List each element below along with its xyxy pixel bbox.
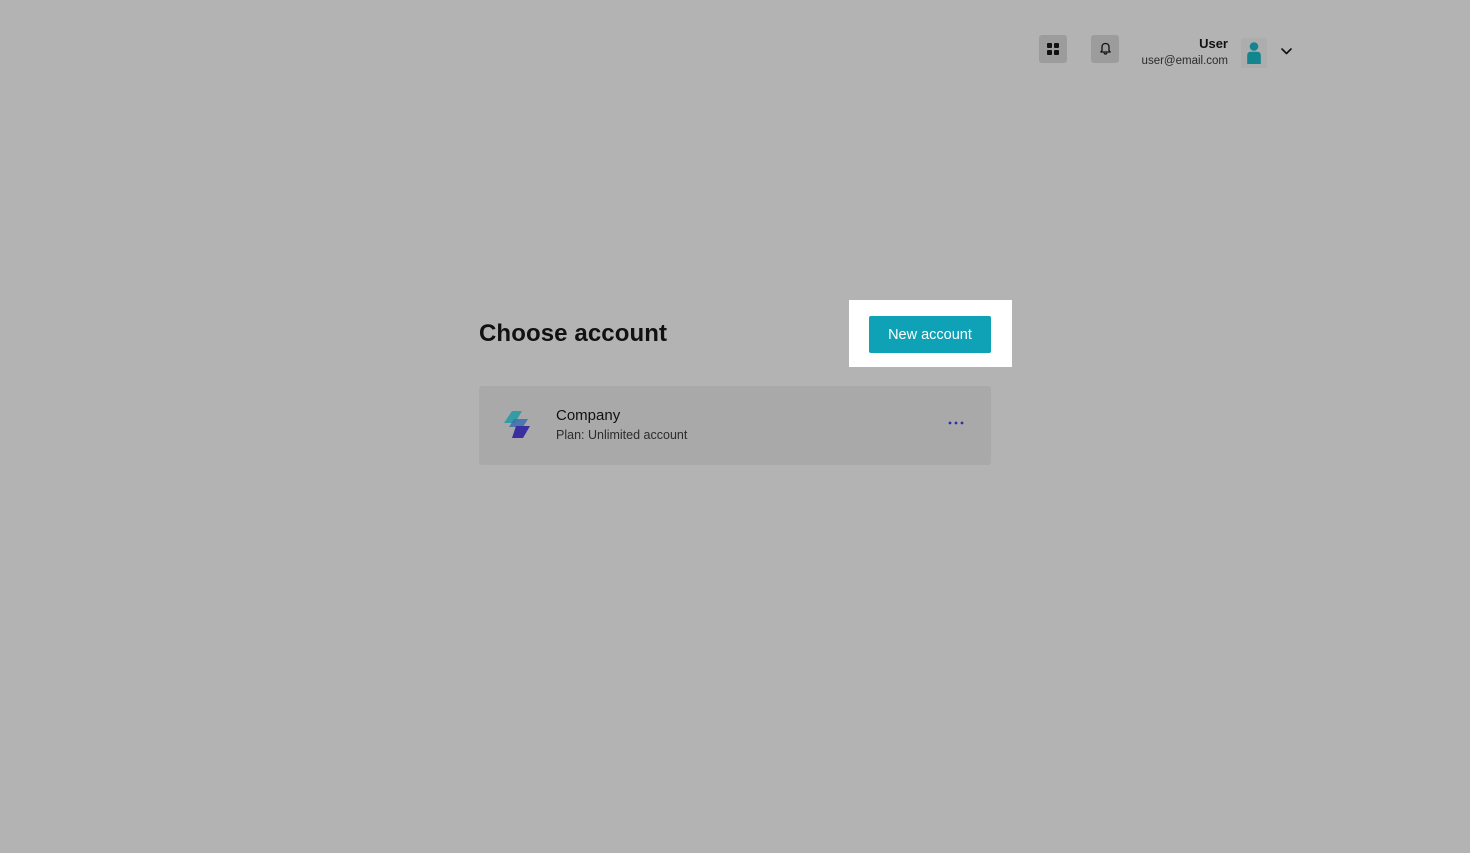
more-options-icon [948, 421, 964, 425]
account-more-button[interactable] [945, 414, 967, 432]
apps-grid-icon [1047, 43, 1059, 55]
person-icon [1247, 42, 1261, 64]
account-name: Company [556, 407, 621, 424]
user-info[interactable]: User user@email.com [1142, 36, 1228, 69]
user-email: user@email.com [1141, 55, 1228, 67]
user-name: User [1199, 36, 1228, 51]
page: User user@email.com Choose account New a… [0, 0, 1470, 853]
chevron-down-icon [1280, 47, 1292, 54]
account-card[interactable]: Company Plan: Unlimited account [479, 386, 991, 465]
page-title: Choose account [479, 320, 668, 347]
bell-icon [1099, 42, 1111, 55]
account-plan: Plan: Unlimited account [556, 428, 688, 442]
apps-button[interactable] [1039, 35, 1067, 63]
user-menu-toggle[interactable] [1278, 43, 1294, 59]
new-account-button[interactable]: New account [869, 316, 991, 353]
notifications-button[interactable] [1091, 35, 1119, 63]
avatar[interactable] [1241, 38, 1267, 68]
company-logo-icon [504, 411, 530, 438]
